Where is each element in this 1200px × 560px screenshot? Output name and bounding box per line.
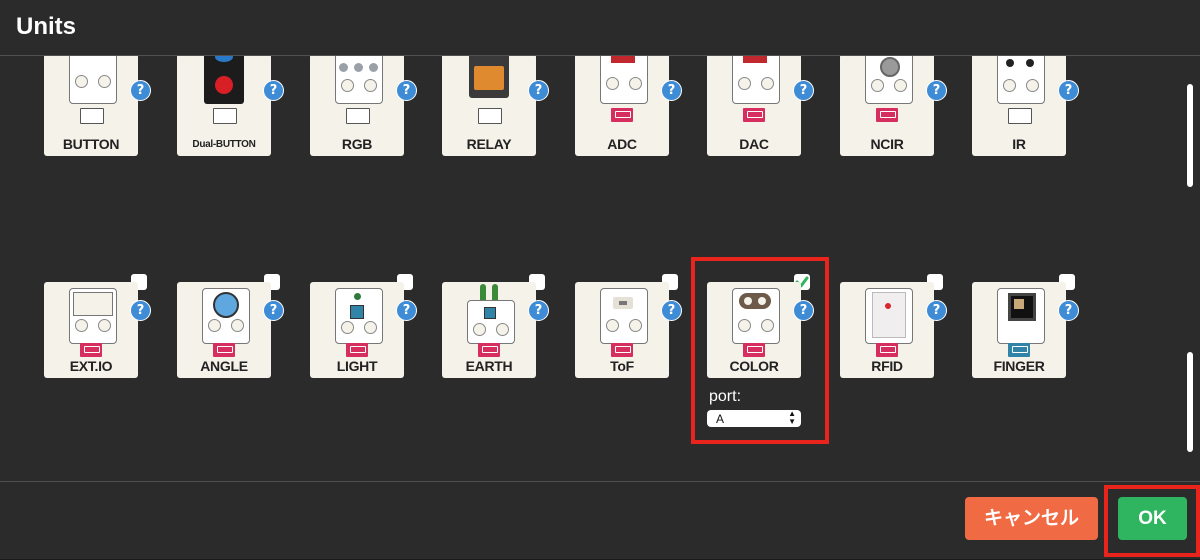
unit-card[interactable]: EARTH [442,282,536,378]
units-dialog: Units BUTTON ? Dual-BUTTON ? RGB ? RELAY… [0,0,1200,559]
dialog-header: Units [0,0,1200,56]
scrollbar-thumb-upper[interactable] [1187,84,1193,187]
unit-card[interactable]: IR [972,56,1066,156]
dialog-title: Units [16,13,76,40]
unit-card[interactable]: NCIR [840,56,934,156]
unit-card[interactable]: Dual-BUTTON [177,56,271,156]
unit-name: Dual-BUTTON [192,139,256,150]
unit-card[interactable]: ANGLE [177,282,271,378]
unit-name: BUTTON [62,136,120,152]
help-icon[interactable]: ? [926,80,947,101]
unit-card[interactable]: LIGHT [310,282,404,378]
unit-name: LIGHT [336,358,378,374]
color-unit-highlight [691,257,829,444]
help-icon[interactable]: ? [793,80,814,101]
unit-card[interactable]: RFID [840,282,934,378]
unit-card[interactable]: BUTTON [44,56,138,156]
help-icon[interactable]: ? [396,300,417,321]
help-icon[interactable]: ? [661,300,682,321]
help-icon[interactable]: ? [130,300,151,321]
scrollbar-thumb-lower[interactable] [1187,352,1193,452]
unit-name: FINGER [993,358,1045,374]
unit-name: EXT.IO [69,358,113,374]
unit-card[interactable]: ToF [575,282,669,378]
unit-name: DAC [739,136,769,152]
help-icon[interactable]: ? [263,80,284,101]
unit-card[interactable]: ADC [575,56,669,156]
help-icon[interactable]: ? [528,80,549,101]
unit-name: ADC [607,136,637,152]
unit-name: NCIR [870,136,904,152]
help-icon[interactable]: ? [396,80,417,101]
help-icon[interactable]: ? [926,300,947,321]
help-icon[interactable]: ? [528,300,549,321]
help-icon[interactable]: ? [1058,80,1079,101]
unit-card[interactable]: EXT.IO [44,282,138,378]
help-icon[interactable]: ? [130,80,151,101]
help-icon[interactable]: ? [1058,300,1079,321]
unit-card[interactable]: RELAY [442,56,536,156]
units-grid: BUTTON ? Dual-BUTTON ? RGB ? RELAY ? ADC… [0,56,1200,481]
ok-button[interactable]: OK [1118,497,1187,540]
unit-name: RGB [341,136,373,152]
unit-name: EARTH [465,358,513,374]
cancel-button[interactable]: キャンセル [965,497,1098,540]
help-icon[interactable]: ? [661,80,682,101]
help-icon[interactable]: ? [263,300,284,321]
unit-name: ANGLE [200,358,248,374]
unit-name: RELAY [466,136,512,152]
unit-name: ToF [610,358,634,374]
unit-card[interactable]: RGB [310,56,404,156]
unit-name: RFID [871,358,903,374]
unit-name: IR [1012,136,1026,152]
unit-card[interactable]: DAC [707,56,801,156]
unit-card[interactable]: FINGER [972,282,1066,378]
